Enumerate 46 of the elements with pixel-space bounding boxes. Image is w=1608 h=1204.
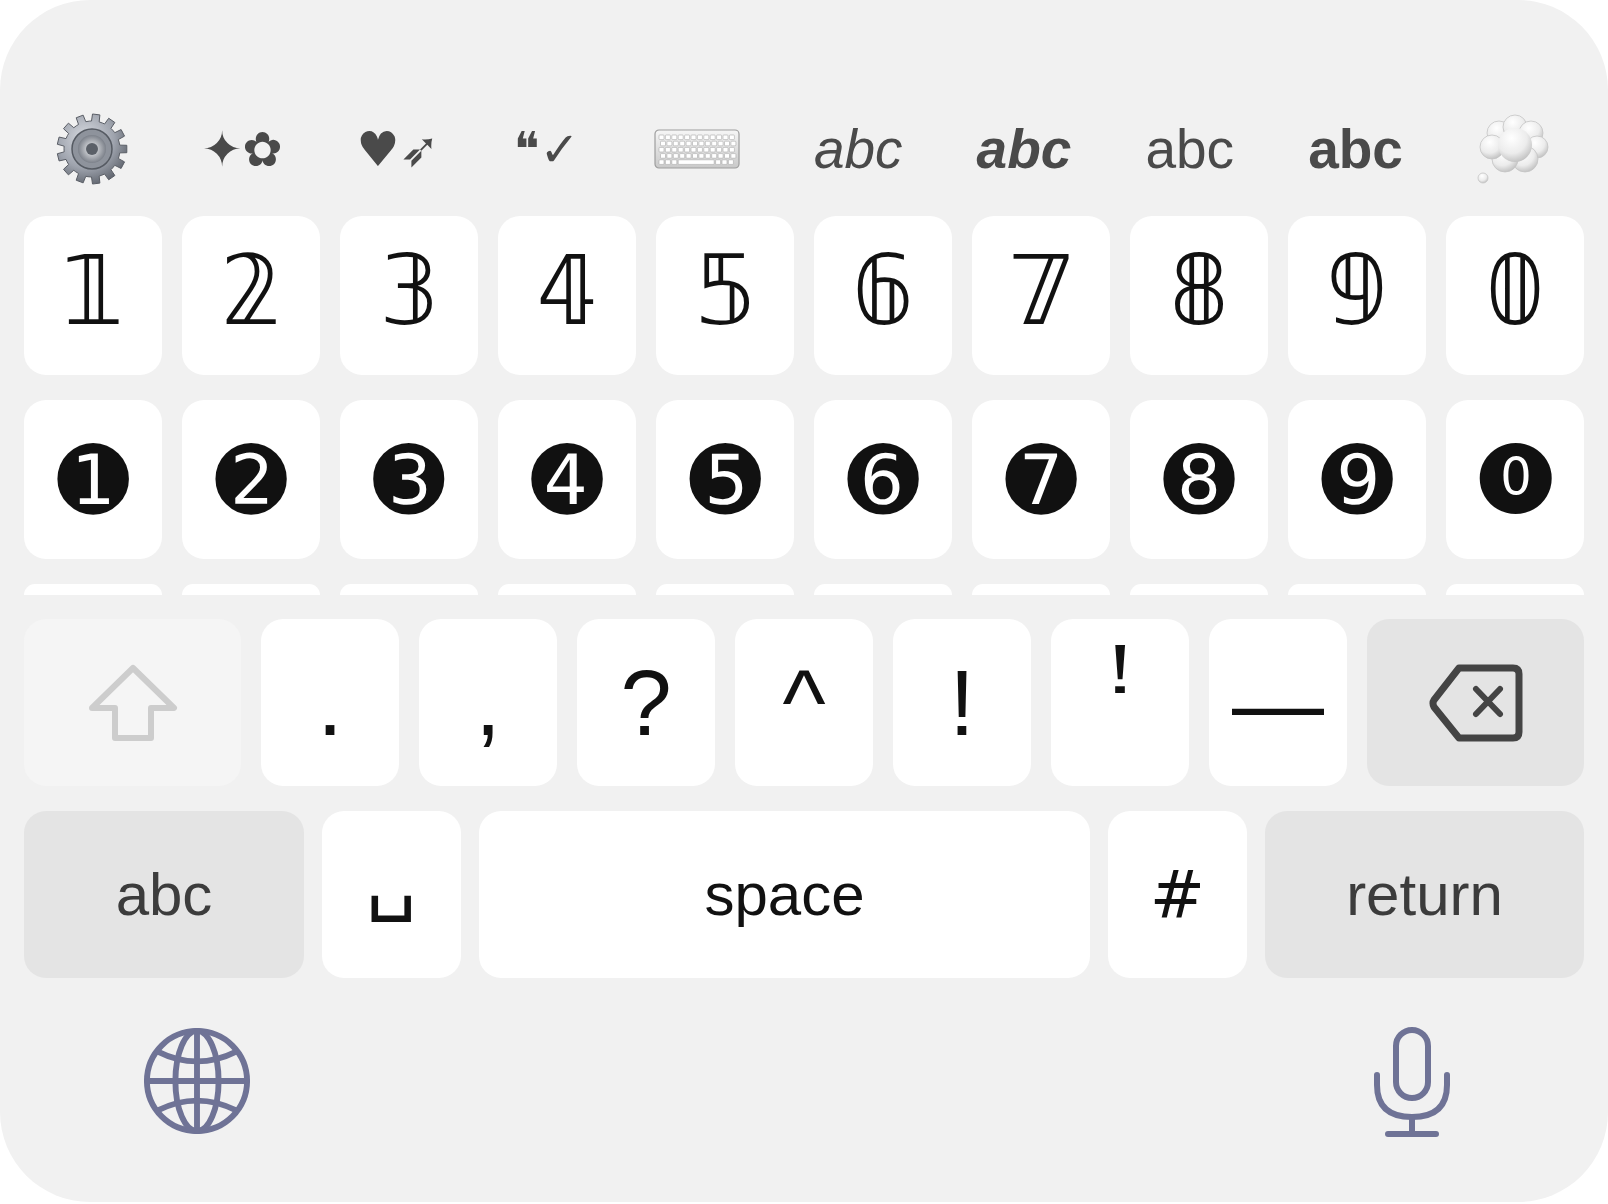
key[interactable]: 𝟚 — [182, 216, 320, 375]
toolbar-button[interactable]: ❝✓ — [513, 125, 580, 173]
globe-icon[interactable] — [143, 1027, 251, 1135]
key[interactable]: — — [1209, 619, 1347, 786]
delete-icon — [1428, 663, 1523, 742]
key[interactable]: ⓿ — [1446, 400, 1584, 559]
settings-icon[interactable] — [56, 113, 128, 185]
font-style-button[interactable]: abc — [1145, 121, 1235, 177]
key[interactable]: ➑ — [1130, 400, 1268, 559]
key[interactable]: 𝟙 — [24, 216, 162, 375]
key[interactable]: ➒ — [1288, 400, 1426, 559]
key[interactable]: ! — [893, 619, 1031, 786]
key[interactable]: 𝟞 — [814, 216, 952, 375]
key[interactable]: . — [261, 619, 399, 786]
return-key[interactable]: return — [1265, 811, 1584, 978]
key[interactable]: 𝟘 — [1446, 216, 1584, 375]
shift-icon — [86, 662, 179, 743]
toolbar-button[interactable]: ♥➶ — [356, 125, 440, 173]
key[interactable]: # — [1108, 811, 1247, 978]
key[interactable]: ➎ — [656, 400, 794, 559]
key[interactable]: ? — [577, 619, 715, 786]
key[interactable]: ➐ — [972, 400, 1110, 559]
key[interactable]: 𝟝 — [656, 216, 794, 375]
key[interactable]: ␣ — [322, 811, 461, 978]
key[interactable]: 𝟟 — [972, 216, 1110, 375]
key[interactable]: 𝟡 — [1288, 216, 1426, 375]
toolbar-button[interactable]: ✦✿ — [202, 125, 283, 173]
key[interactable]: 𝟛 — [340, 216, 478, 375]
mode-key[interactable]: abc — [24, 811, 304, 978]
key[interactable]: ➏ — [814, 400, 952, 559]
key[interactable]: 𝟜 — [498, 216, 636, 375]
microphone-icon[interactable] — [1372, 1027, 1452, 1139]
key[interactable]: ^ — [735, 619, 873, 786]
font-style-button[interactable]: abc — [1308, 121, 1403, 177]
key[interactable]: ꜝ — [1051, 619, 1189, 786]
key[interactable]: ➌ — [340, 400, 478, 559]
font-style-button[interactable]: abc — [976, 121, 1072, 177]
delete-key[interactable] — [1367, 619, 1584, 786]
key[interactable]: ➋ — [182, 400, 320, 559]
key[interactable]: ➊ — [24, 400, 162, 559]
key[interactable]: 𝟠 — [1130, 216, 1268, 375]
key[interactable]: , — [419, 619, 557, 786]
font-style-button[interactable]: abc — [813, 121, 903, 177]
key[interactable]: ➍ — [498, 400, 636, 559]
space-bar[interactable]: space — [479, 811, 1090, 978]
keyboard-icon[interactable] — [653, 129, 740, 169]
